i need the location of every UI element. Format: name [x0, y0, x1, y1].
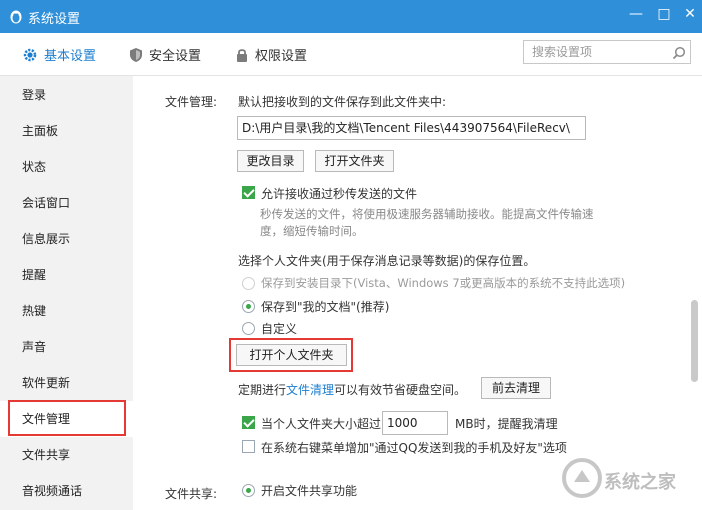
sidebar-item-login[interactable]: 登录 — [0, 77, 133, 113]
search-input[interactable] — [530, 44, 664, 60]
lock-icon — [237, 48, 247, 62]
watermark-text: 系统之家 — [604, 472, 676, 493]
cleanup-text-post: 可以有效节省硬盘空间。 — [334, 383, 467, 397]
cleanup-text-pre: 定期进行 — [238, 383, 287, 397]
window-title: 系统设置 — [28, 12, 81, 27]
scrollbar-thumb[interactable] — [691, 300, 698, 382]
minimize-button[interactable]: — — [626, 6, 646, 22]
size-limit-input[interactable]: 1000 — [382, 411, 448, 435]
size-limit-label-pre: 当个人文件夹大小超过 — [261, 417, 382, 431]
radio-custom[interactable] — [242, 322, 255, 335]
radio-custom-label: 自定义 — [261, 322, 298, 336]
title-bar — [0, 0, 702, 33]
radio-enable-file-sharing[interactable] — [242, 484, 255, 497]
tab-label: 权限设置 — [255, 49, 308, 64]
sidebar: 登录 主面板 状态 会话窗口 信息展示 提醒 热键 声音 软件更新 文件管理 文… — [0, 76, 133, 510]
sidebar-item-file-sharing[interactable]: 文件共享 — [0, 437, 133, 473]
qq-penguin-icon — [10, 10, 22, 24]
fast-transfer-description-line1: 秒传发送的文件，将使用极速服务器辅助接收。能提高文件传输速 — [260, 207, 594, 221]
sidebar-item-status[interactable]: 状态 — [0, 149, 133, 185]
highlight-box-sidebar — [8, 400, 126, 436]
radio-save-my-documents-label: 保存到"我的文档"(推荐) — [261, 300, 390, 314]
tab-label: 基本设置 — [44, 49, 97, 64]
sidebar-item-sound[interactable]: 声音 — [0, 329, 133, 365]
go-cleanup-button[interactable]: 前去清理 — [481, 377, 551, 399]
tab-label: 安全设置 — [149, 49, 202, 64]
receive-folder-path-field[interactable]: D:\用户目录\我的文档\Tencent Files\443907564\Fil… — [237, 116, 586, 140]
allow-fast-transfer-checkbox[interactable] — [242, 186, 255, 199]
close-button[interactable]: ✕ — [680, 6, 700, 22]
sidebar-item-software-update[interactable]: 软件更新 — [0, 365, 133, 401]
highlight-box-button — [229, 338, 353, 372]
file-sharing-section-label: 文件共享: — [165, 487, 218, 501]
change-directory-button[interactable]: 更改目录 — [237, 150, 304, 172]
watermark-logo: 系统之家 — [560, 450, 700, 506]
fast-transfer-description-line2: 度，缩短传输时间。 — [260, 224, 364, 238]
context-menu-checkbox[interactable] — [242, 440, 255, 453]
open-folder-button[interactable]: 打开文件夹 — [315, 150, 394, 172]
size-limit-label-post: MB时，提醒我清理 — [455, 417, 558, 431]
sidebar-item-reminder[interactable]: 提醒 — [0, 257, 133, 293]
context-menu-label: 在系统右键菜单增加"通过QQ发送到我的手机及好友"选项 — [261, 441, 567, 455]
tab-basic-settings[interactable]: 基本设置 — [22, 45, 96, 64]
scrollbar-track[interactable] — [688, 76, 702, 510]
sidebar-item-av-call[interactable]: 音视频通话 — [0, 473, 133, 509]
sidebar-item-hotkeys[interactable]: 热键 — [0, 293, 133, 329]
personal-folder-prompt: 选择个人文件夹(用于保存消息记录等数据)的保存位置。 — [238, 254, 536, 268]
allow-fast-transfer-label: 允许接收通过秒传发送的文件 — [261, 187, 418, 201]
sidebar-item-main-panel[interactable]: 主面板 — [0, 113, 133, 149]
search-icon[interactable] — [672, 46, 686, 60]
save-location-prompt: 默认把接收到的文件保存到此文件夹中: — [238, 95, 447, 109]
enable-file-sharing-label: 开启文件共享功能 — [261, 484, 358, 498]
sidebar-item-info-display[interactable]: 信息展示 — [0, 221, 133, 257]
radio-save-install-dir[interactable] — [242, 277, 255, 290]
radio-save-install-dir-label: 保存到安装目录下(Vista、Windows 7或更高版本的系统不支持此选项) — [261, 276, 626, 290]
watermark-icon — [562, 458, 602, 498]
maximize-button[interactable]: □ — [654, 6, 674, 22]
gear-icon — [23, 48, 37, 61]
tab-security-settings[interactable]: 安全设置 — [129, 45, 201, 64]
cleanup-hint: 定期进行文件清理可以有效节省硬盘空间。 — [238, 381, 466, 398]
file-cleanup-link[interactable]: 文件清理 — [286, 383, 334, 397]
file-management-section-label: 文件管理: — [165, 95, 218, 109]
size-limit-checkbox[interactable] — [242, 416, 255, 429]
sidebar-item-chat-window[interactable]: 会话窗口 — [0, 185, 133, 221]
search-box[interactable] — [523, 40, 691, 64]
tab-permission-settings[interactable]: 权限设置 — [235, 45, 307, 64]
radio-save-my-documents[interactable] — [242, 300, 255, 313]
shield-icon — [130, 47, 142, 62]
